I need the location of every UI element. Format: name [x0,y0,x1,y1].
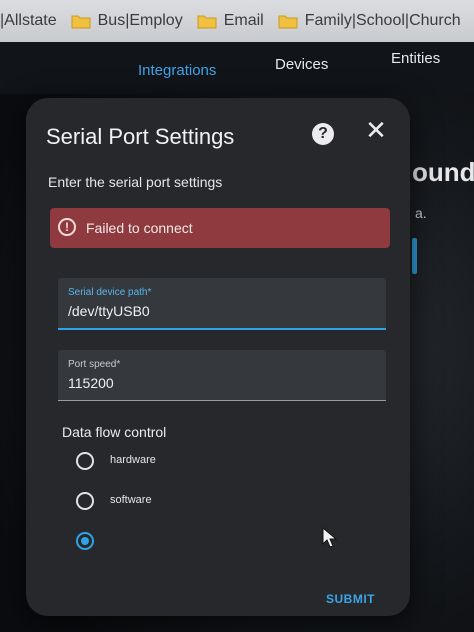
folder-icon [278,14,298,29]
submit-button[interactable]: SUBMIT [326,592,375,606]
folder-icon [71,14,91,29]
radio-label-software: software [110,494,152,506]
background-accent-bar [412,238,417,274]
app-header: Integrations Devices Entities [0,42,474,94]
error-message: Failed to connect [86,220,193,236]
close-icon[interactable]: ✕ [364,117,388,143]
help-icon[interactable]: ? [312,123,334,145]
data-flow-control-label: Data flow control [62,424,167,440]
bookmark-label: Email [223,12,264,29]
bookmark-bus-employ[interactable]: Bus|Employ [71,12,183,30]
bookmark-label: Family|School|Church [304,12,461,29]
alert-circle-icon: ! [58,218,76,236]
error-alert: ! Failed to connect [50,208,390,248]
bookmark-allstate[interactable]: |Allstate [0,12,57,30]
serial-device-path-label: Serial device path* [68,287,152,298]
mouse-pointer-icon [322,527,338,548]
serial-port-settings-dialog: Serial Port Settings ? ✕ Enter the seria… [26,98,410,616]
screen: |Allstate Bus|Employ Email Family|School… [0,0,474,632]
port-speed-field: Port speed* [58,350,386,401]
background-heading: ound [412,157,474,187]
dialog-description: Enter the serial port settings [48,174,223,190]
bookmark-label: |Allstate [0,12,57,29]
radio-label-hardware: hardware [110,454,156,466]
radio-button-none[interactable] [76,532,94,550]
radio-button-software[interactable] [76,492,94,510]
port-speed-label: Port speed* [68,359,121,370]
dialog-title: Serial Port Settings [46,124,235,149]
tab-integrations[interactable]: Integrations [138,62,216,79]
bookmarks-bar: |Allstate Bus|Employ Email Family|School… [0,0,474,42]
serial-device-path-input[interactable] [68,303,368,319]
serial-device-path-field: Serial device path* [58,278,386,330]
bookmark-email[interactable]: Email [197,12,264,30]
bookmark-family-school-church[interactable]: Family|School|Church [278,12,461,30]
bookmark-label: Bus|Employ [97,12,183,29]
tab-entities[interactable]: Entities [391,50,440,67]
radio-button-hardware[interactable] [76,452,94,470]
folder-icon [197,14,217,29]
tab-devices[interactable]: Devices [275,56,328,73]
background-text: a. [415,205,427,221]
port-speed-input[interactable] [68,375,368,391]
